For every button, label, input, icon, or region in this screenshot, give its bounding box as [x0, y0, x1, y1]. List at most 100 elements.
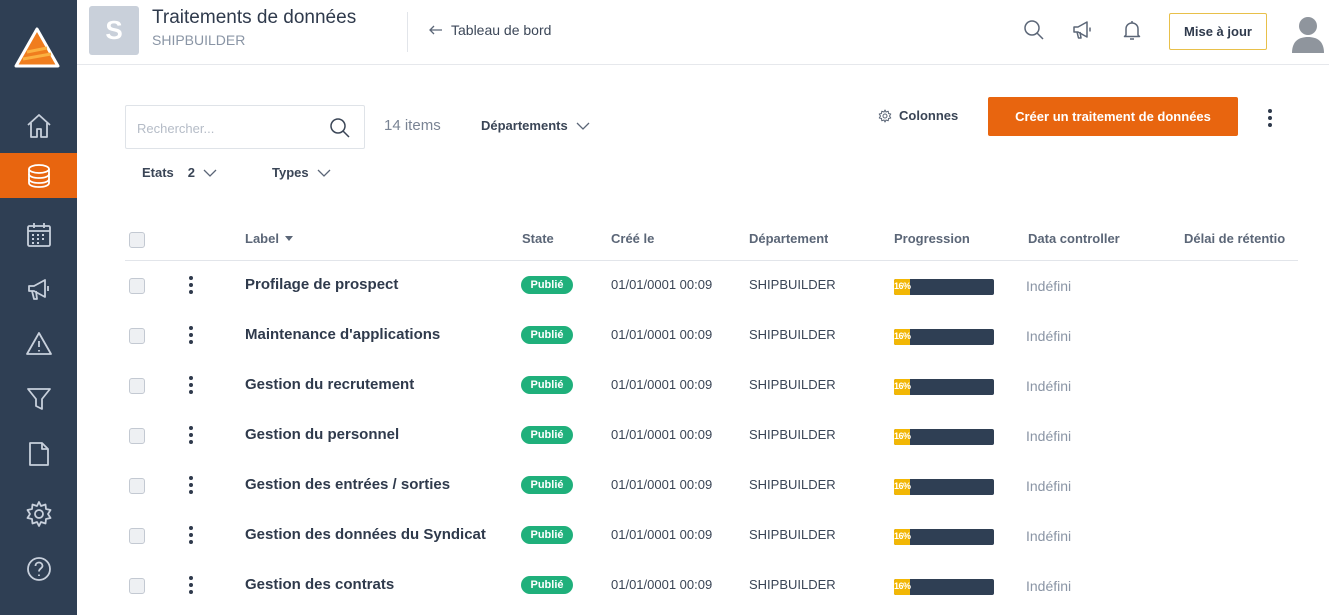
states-filter-count: 2	[187, 165, 196, 180]
home-icon	[26, 113, 51, 138]
table-row[interactable]: Gestion des entrées / sorties Publié 01/01…	[125, 461, 1298, 511]
calendar-icon	[26, 222, 51, 247]
row-checkbox[interactable]	[129, 428, 145, 444]
chevron-down-icon	[203, 169, 217, 177]
row-label[interactable]: Profilage de prospect	[245, 276, 398, 293]
row-actions-icon[interactable]	[181, 373, 201, 397]
sidebar-item-help[interactable]	[0, 546, 77, 591]
columns-button-label: Colonnes	[899, 108, 959, 123]
table-row[interactable]: Maintenance d'applications Publié 01/01/00…	[125, 311, 1298, 361]
arrow-left-icon	[429, 25, 442, 35]
select-all-checkbox[interactable]	[129, 232, 145, 248]
row-actions-icon[interactable]	[181, 523, 201, 547]
row-checkbox[interactable]	[129, 278, 145, 294]
types-filter-label: Types	[272, 165, 309, 180]
row-checkbox[interactable]	[129, 578, 145, 594]
row-department: SHIPBUILDER	[749, 377, 836, 392]
row-checkbox[interactable]	[129, 378, 145, 394]
chevron-down-icon	[576, 122, 590, 130]
row-label[interactable]: Gestion des entrées / sorties	[245, 476, 450, 493]
megaphone-icon	[27, 278, 49, 300]
row-created-date: 01/01/0001 00:09	[611, 277, 713, 292]
column-header-label[interactable]: Label	[245, 231, 293, 246]
types-filter[interactable]: Types	[272, 165, 331, 180]
help-icon	[26, 556, 51, 581]
progress-text: 16%	[894, 381, 911, 391]
column-header-data-controller[interactable]: Data controller	[1028, 231, 1120, 246]
app-avatar: S	[89, 6, 139, 55]
row-label[interactable]: Gestion des contrats	[245, 576, 394, 593]
table-row[interactable]: Gestion des données du Syndicat Publié 01/…	[125, 511, 1298, 561]
bell-icon[interactable]	[1120, 18, 1144, 42]
departments-filter[interactable]: Départements	[481, 118, 590, 133]
search-input[interactable]	[137, 118, 317, 138]
table-row[interactable]: Profilage de prospect Publié 01/01/0001 00…	[125, 261, 1298, 311]
status-badge: Publié	[521, 576, 573, 594]
table-row[interactable]: Gestion du recrutement Publié 01/01/0001 0…	[125, 361, 1298, 411]
sidebar-item-database[interactable]	[0, 153, 77, 198]
row-data-controller: Indéfini	[1026, 378, 1072, 394]
sidebar-item-home[interactable]	[0, 103, 77, 148]
columns-button[interactable]: Colonnes	[878, 108, 958, 123]
search-icon[interactable]	[1022, 18, 1046, 42]
column-header-state[interactable]: State	[522, 231, 554, 246]
states-filter[interactable]: Etats 2	[142, 165, 217, 180]
sidebar-item-filters[interactable]	[0, 376, 77, 421]
row-actions-icon[interactable]	[181, 473, 201, 497]
column-header-progression[interactable]: Progression	[894, 231, 970, 246]
status-badge: Publié	[521, 426, 573, 444]
more-options-icon[interactable]	[1259, 107, 1281, 129]
sidebar-item-campaigns[interactable]	[0, 266, 77, 311]
search-icon[interactable]	[329, 117, 351, 139]
row-department: SHIPBUILDER	[749, 427, 836, 442]
row-actions-icon[interactable]	[181, 573, 201, 597]
database-icon	[27, 163, 50, 188]
document-icon	[28, 441, 49, 466]
row-data-controller: Indéfini	[1026, 278, 1072, 294]
progress-bar: 16%	[894, 479, 994, 495]
sidebar-item-calendar[interactable]	[0, 212, 77, 257]
back-to-dashboard-link[interactable]: Tableau de bord	[429, 22, 551, 38]
progress-text: 16%	[894, 581, 911, 591]
row-data-controller: Indéfini	[1026, 428, 1072, 444]
row-label[interactable]: Gestion des données du Syndicat	[245, 526, 486, 543]
sidebar-item-alerts[interactable]	[0, 321, 77, 366]
row-checkbox[interactable]	[129, 528, 145, 544]
row-checkbox[interactable]	[129, 328, 145, 344]
sidebar-item-settings[interactable]	[0, 491, 77, 536]
user-avatar[interactable]	[1291, 15, 1325, 53]
row-label[interactable]: Gestion du recrutement	[245, 376, 414, 393]
column-header-department[interactable]: Département	[749, 231, 828, 246]
progress-bar: 16%	[894, 379, 994, 395]
sidebar-item-documents[interactable]	[0, 431, 77, 476]
progress-bar: 16%	[894, 329, 994, 345]
row-data-controller: Indéfini	[1026, 528, 1072, 544]
create-data-processing-button[interactable]: Créer un traitement de données	[988, 97, 1238, 136]
row-actions-icon[interactable]	[181, 323, 201, 347]
update-button[interactable]: Mise à jour	[1169, 13, 1267, 50]
table-row[interactable]: Gestion des contrats Publié 01/01/0001 00:…	[125, 561, 1298, 611]
row-department: SHIPBUILDER	[749, 327, 836, 342]
departments-filter-label: Départements	[481, 118, 568, 133]
column-header-created[interactable]: Créé le	[611, 231, 654, 246]
row-checkbox[interactable]	[129, 478, 145, 494]
row-data-controller: Indéfini	[1026, 328, 1072, 344]
status-badge: Publié	[521, 476, 573, 494]
row-department: SHIPBUILDER	[749, 477, 836, 492]
row-created-date: 01/01/0001 00:09	[611, 427, 713, 442]
megaphone-icon[interactable]	[1071, 18, 1095, 42]
status-badge: Publié	[521, 326, 573, 344]
progress-text: 16%	[894, 481, 911, 491]
table-header: Label State Créé le Département Progress…	[125, 224, 1298, 261]
row-label[interactable]: Maintenance d'applications	[245, 326, 440, 343]
column-header-retention[interactable]: Délai de rétentio	[1184, 231, 1298, 246]
app-logo[interactable]	[13, 26, 61, 70]
items-count: 14 items	[384, 117, 441, 134]
table-row[interactable]: Gestion du personnel Publié 01/01/0001 00:…	[125, 411, 1298, 461]
row-label[interactable]: Gestion du personnel	[245, 426, 399, 443]
row-department: SHIPBUILDER	[749, 577, 836, 592]
row-actions-icon[interactable]	[181, 273, 201, 297]
top-bar: S Traitements de données SHIPBUILDER Tab…	[77, 0, 1329, 65]
row-actions-icon[interactable]	[181, 423, 201, 447]
warning-icon	[25, 331, 52, 355]
